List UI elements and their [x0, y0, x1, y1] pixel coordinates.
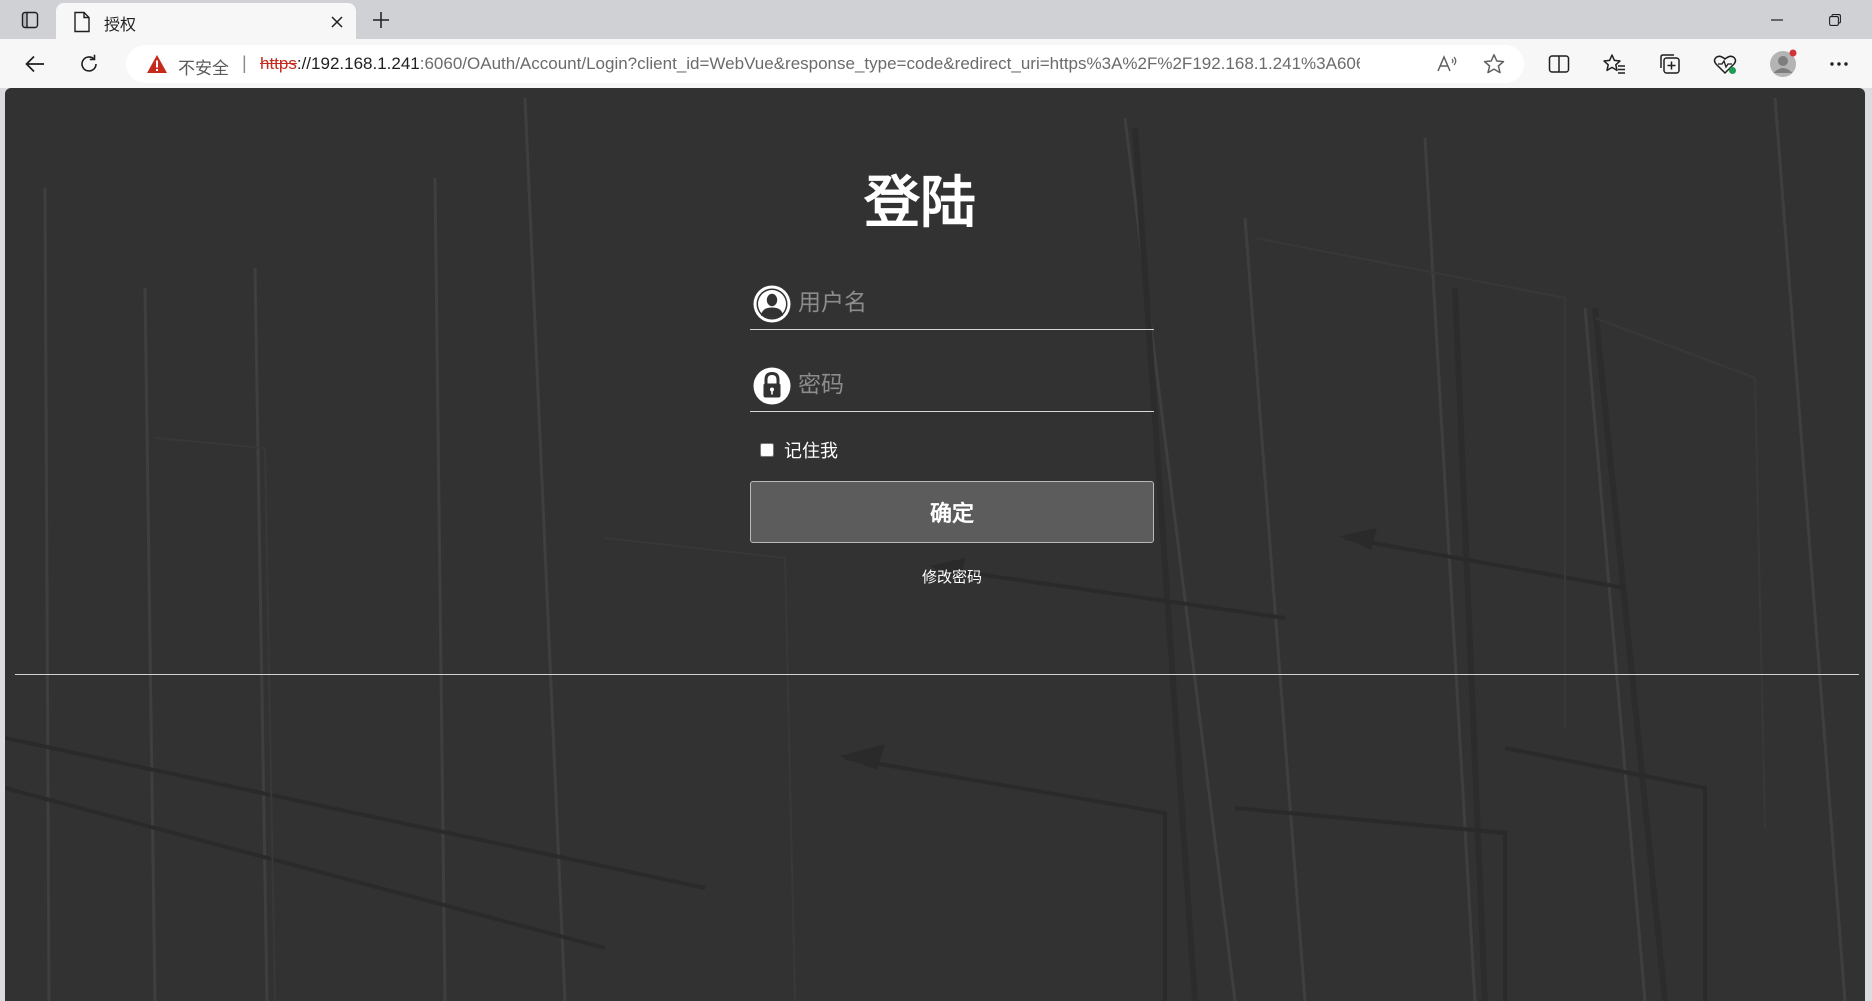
- url-scheme: https: [260, 54, 297, 73]
- remember-me: 记住我: [754, 438, 838, 462]
- login-title: 登陆: [864, 171, 976, 236]
- url-path: :6060/OAuth/Account/Login?client_id=WebV…: [419, 54, 1360, 73]
- split-screen-button[interactable]: [1541, 47, 1577, 81]
- url-text[interactable]: https://192.168.1.241:6060/OAuth/Account…: [260, 54, 1360, 74]
- read-aloud-button[interactable]: [1432, 50, 1462, 78]
- more-icon: [1830, 62, 1848, 66]
- split-screen-icon: [1548, 55, 1570, 73]
- password-input[interactable]: [798, 366, 1148, 404]
- star-icon: [1483, 54, 1505, 74]
- user-icon: [753, 285, 791, 323]
- warning-icon: [147, 55, 167, 73]
- plus-icon: [373, 12, 389, 28]
- minimize-icon: [1771, 18, 1783, 21]
- favorite-star-button[interactable]: [1479, 50, 1509, 78]
- restore-button[interactable]: [1806, 0, 1864, 39]
- restore-icon: [1829, 13, 1841, 26]
- collections-icon: [1660, 54, 1680, 74]
- browser-essentials-button[interactable]: [1707, 47, 1743, 81]
- username-field: [750, 278, 1154, 330]
- url-host: ://192.168.1.241: [296, 54, 420, 73]
- favorites-icon: [1603, 54, 1625, 74]
- back-button[interactable]: [17, 47, 53, 81]
- arrow-left-icon: [25, 55, 44, 73]
- refresh-button[interactable]: [71, 47, 107, 81]
- close-icon: [331, 16, 343, 28]
- tab-title: 授权: [104, 15, 137, 34]
- favorites-button[interactable]: [1596, 47, 1632, 81]
- read-aloud-icon: [1437, 55, 1457, 72]
- collections-button[interactable]: [1652, 47, 1688, 81]
- tab-actions-button[interactable]: [14, 6, 46, 34]
- minimize-button[interactable]: [1748, 0, 1806, 39]
- tab-close-button[interactable]: [324, 9, 350, 35]
- sidebar-icon: [21, 11, 39, 29]
- browser-toolbar: 不安全 | https://192.168.1.241:6060/OAuth/A…: [0, 39, 1872, 88]
- address-bar[interactable]: 不安全 | https://192.168.1.241:6060/OAuth/A…: [126, 45, 1524, 83]
- profile-button[interactable]: [1765, 47, 1801, 81]
- heart-pulse-icon: [1713, 55, 1737, 75]
- username-input[interactable]: [798, 284, 1148, 322]
- tab-strip: 授权: [0, 0, 1872, 40]
- lock-icon: [753, 367, 791, 405]
- submit-button[interactable]: 确定: [750, 481, 1154, 543]
- avatar-icon: [1770, 49, 1797, 77]
- new-tab-button[interactable]: [366, 5, 396, 35]
- remember-me-label: 记住我: [784, 441, 838, 462]
- settings-more-button[interactable]: [1821, 47, 1857, 81]
- security-status[interactable]: 不安全: [178, 54, 229, 79]
- remember-me-checkbox[interactable]: [760, 443, 774, 457]
- password-field: [750, 360, 1154, 412]
- refresh-icon: [81, 54, 97, 72]
- page-icon: [74, 11, 90, 33]
- page-content: 登陆 记住我 确定 修改密码: [5, 88, 1865, 1001]
- browser-tab[interactable]: 授权: [56, 3, 356, 40]
- divider: [15, 674, 1859, 675]
- address-separator: |: [242, 53, 247, 73]
- change-password-link[interactable]: 修改密码: [750, 566, 1154, 587]
